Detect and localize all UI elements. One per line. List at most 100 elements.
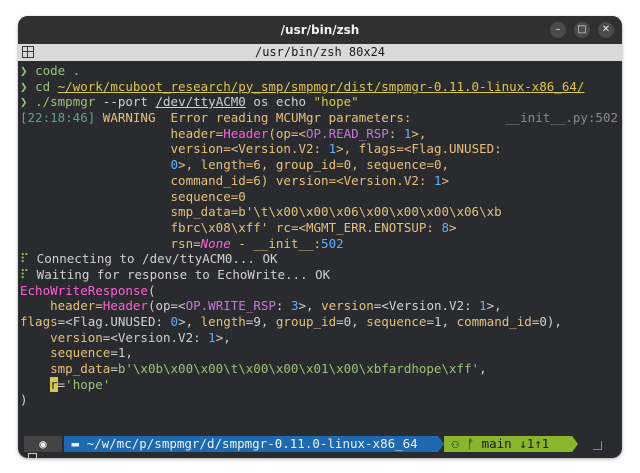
terminal-line: ⠏ Waiting for response to EchoWrite... O… [20, 267, 620, 283]
terminal-line: version=<Version.V2: 1>, [20, 330, 620, 346]
terminal-line: r='hope' [20, 376, 620, 393]
terminal-text: ./smpmgr [35, 94, 96, 110]
terminal-text: =1, [110, 345, 133, 361]
terminal-text: 'hope' [65, 376, 111, 392]
terminal-text: , [479, 361, 487, 377]
terminal-text: flags [20, 314, 58, 329]
terminal-text: =1, [426, 314, 457, 329]
prompt-path: ▬ ~/w/mc/p/smpmgr/d/smpmgr-0.11.0-linux-… [64, 436, 438, 452]
terminal-text: Header [102, 298, 148, 314]
maximize-button[interactable]: □ [574, 22, 590, 38]
terminal-line: fbrc\x08\xff' rc=<MGMT_ERR.ENOTSUP: 8> [20, 220, 620, 236]
terminal-text: length [200, 314, 246, 329]
terminal-text: OP.WRITE_RSP [185, 298, 276, 314]
terminal-text: ❯ [20, 454, 28, 458]
tab-bar[interactable]: /usr/bin/zsh 80x24 [18, 44, 622, 61]
terminal-text: header= [20, 298, 103, 314]
terminal-text: ⠏ [20, 251, 30, 267]
terminal-line: flags=<Flag.UNUSED: 0>, length=9, group_… [20, 314, 620, 330]
terminal-text: WARNING [102, 110, 156, 126]
terminal-line: command_id=6) version=<Version.V2: 1> [20, 173, 620, 189]
terminal-text: header= [170, 125, 224, 141]
terminal-text: version [20, 329, 103, 345]
terminal-line: header=Header(op=<OP.READ_RSP: 1>, [20, 126, 620, 142]
terminal-line: sequence=0 [20, 189, 620, 205]
terminal-text: =6, [245, 157, 276, 173]
terminal-text: Waiting for response to EchoWrite... OK [29, 266, 331, 282]
terminal-text: Connecting to /dev/ttyACM0... OK [29, 251, 278, 267]
terminal-text: >, [411, 125, 427, 141]
terminal-text: >, [298, 298, 322, 314]
terminal-text: smp_data [20, 361, 111, 377]
terminal-text: = [110, 361, 118, 377]
terminal-text: >, [336, 141, 359, 157]
terminal-text: --port [95, 94, 156, 110]
prompt-status-bar: ◉ ▬ ~/w/mc/p/smpmgr/d/smpmgr-0.11.0-linu… [20, 436, 620, 452]
terminal-text: =<MGMT_ERR.ENOTSUP: [290, 219, 442, 235]
terminal-text: =0), [531, 314, 562, 329]
terminal-line: ) [20, 392, 620, 408]
input-prompt-line[interactable]: ❯ [20, 453, 37, 458]
terminal-text: : [275, 298, 291, 314]
terminal-text: rsn= [170, 235, 201, 251]
terminal-text: ~/work/mcuboot_research/py_smp/smpmgr/di… [57, 78, 585, 94]
terminal-text: version [321, 298, 374, 314]
terminal-text: =<Flag.UNUSED: [396, 141, 502, 157]
terminal-text: 502 [321, 235, 344, 251]
terminal-text: 3 [290, 298, 299, 314]
terminal-line: version=<Version.V2: 1>, flags=<Flag.UNU… [20, 141, 620, 157]
terminal-text: /dev/ttyACM0 [155, 94, 246, 110]
terminal-text: group_id [275, 314, 337, 329]
git-status: ⚇ ᚠ main ↓1↑1 [444, 436, 572, 452]
terminal-text: sequence [366, 314, 427, 329]
terminal-text: sequence [366, 157, 427, 173]
terminal-text: =<Version.V2: [328, 172, 434, 188]
title-bar[interactable]: /usr/bin/zsh – □ ✕ [18, 16, 622, 44]
terminal-text: >, [486, 298, 502, 314]
terminal-text: ❯ [20, 94, 28, 110]
terminal-line: sequence=1, [20, 345, 620, 361]
terminal-text: version [275, 172, 329, 188]
terminal-text: ⠏ [20, 266, 30, 282]
terminal-text: version=<Version.V2: [170, 141, 329, 157]
terminal-text: 1 [208, 329, 216, 345]
close-button[interactable]: ✕ [598, 22, 614, 38]
terminal-text: - __init__: [230, 235, 322, 251]
terminal-text: length [200, 157, 246, 173]
terminal-text: 1 [328, 141, 337, 157]
terminal-text: =<Version.V2: [102, 329, 209, 345]
resize-corner-icon[interactable] [593, 441, 602, 450]
terminal-text: 0 [170, 314, 179, 329]
terminal-text: code . [35, 63, 81, 78]
terminal-text: 0 [170, 157, 179, 173]
terminal-text: EchoWriteResponse [20, 282, 148, 298]
terminal-text: fbrc\x08\xff' [170, 219, 269, 235]
terminal-line: ❯ cd ~/work/mcuboot_research/py_smp/smpm… [20, 79, 620, 95]
terminal-text: None [200, 235, 231, 251]
terminal-text: command_id [456, 314, 532, 329]
terminal-text: "hope" [313, 94, 359, 110]
terminal-text: =<Version.V2: [373, 298, 480, 314]
terminal-text: ) [20, 392, 28, 408]
terminal-line: ⠏ Connecting to /dev/ttyACM0... OK [20, 251, 620, 267]
terminal-line: smp_data=b'\x0b\x00\x00\t\x00\x00\x01\x0… [20, 361, 620, 377]
terminal-text: : [388, 125, 404, 141]
terminal-text: ( [147, 282, 156, 298]
terminal-text: __init__.py:502 [505, 110, 618, 126]
terminal-text: flags [358, 141, 397, 157]
terminal-text: group_id [275, 157, 337, 173]
terminal-text: b'\x0b\x00\x00\t\x00\x00\x01\x00\xbfardh… [117, 361, 480, 377]
terminal-text: =9, [245, 314, 276, 329]
terminal-text: smp_data=b'\t\x00\x00\x06\x00\x00\x00\x0… [170, 204, 502, 220]
terminal-text: cd [35, 78, 58, 94]
terminal-output[interactable]: ❯ code . ❯ cd ~/work/mcuboot_research/py… [20, 63, 620, 458]
minimize-button[interactable]: – [550, 22, 566, 38]
terminal-text: Error reading MCUMgr parameters: [170, 110, 412, 126]
terminal-text: (op=< [268, 125, 306, 141]
terminal-line: 0>, length=6, group_id=0, sequence=0, [20, 157, 620, 173]
terminal-text: > [448, 219, 457, 235]
window-title: /usr/bin/zsh [280, 23, 360, 37]
segment-arrow-icon [572, 436, 578, 452]
terminal-text: os echo [245, 94, 314, 110]
terminal-text: r [50, 376, 58, 392]
